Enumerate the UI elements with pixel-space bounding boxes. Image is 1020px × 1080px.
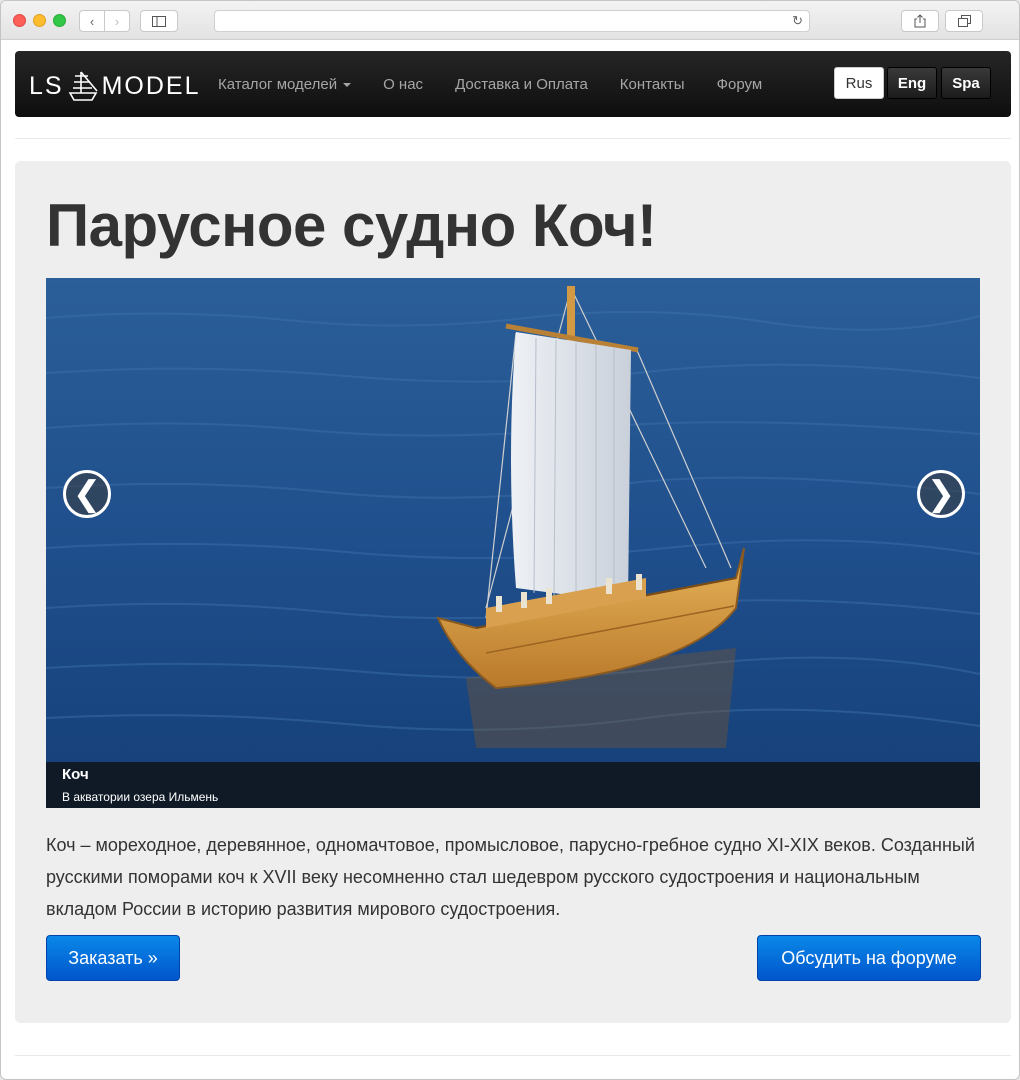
divider: [15, 138, 1011, 139]
forward-button[interactable]: ›: [105, 10, 130, 32]
language-spa-button[interactable]: Spa: [941, 67, 991, 99]
logo-text-left: LS: [29, 71, 64, 100]
nav-delivery[interactable]: Доставка и Оплата: [455, 76, 588, 93]
sidebar-icon: [152, 15, 166, 27]
back-button[interactable]: ‹: [79, 10, 105, 32]
carousel-caption: Коч В акватории озера Ильмень: [46, 762, 980, 808]
nav-contacts[interactable]: Контакты: [620, 76, 685, 93]
chevron-left-icon: ‹: [89, 13, 95, 29]
carousel-prev-button[interactable]: ❮: [63, 470, 111, 518]
browser-toolbar: ‹ › ↻: [1, 1, 1019, 40]
boat-photo: [46, 278, 980, 808]
close-window-button[interactable]: [13, 14, 26, 27]
caption-title: Коч: [62, 766, 89, 783]
ship-logo-icon: [68, 71, 98, 101]
chevron-right-icon: ›: [114, 13, 120, 29]
tabs-icon: [957, 15, 971, 27]
nav-catalog-label: Каталог моделей: [218, 75, 338, 93]
tabs-button[interactable]: [945, 10, 983, 32]
site-navbar: LS MODEL Каталог моделей О нас Доставка …: [15, 51, 1011, 117]
nav-forum[interactable]: Форум: [717, 76, 763, 93]
window-controls: [13, 14, 66, 27]
language-eng-button[interactable]: Eng: [887, 67, 937, 99]
language-rus-button[interactable]: Rus: [834, 67, 884, 99]
nav-catalog[interactable]: Каталог моделей: [218, 75, 352, 93]
image-carousel[interactable]: ❮ ❯ Коч В акватории озера Ильмень: [46, 278, 980, 808]
caret-down-icon: [343, 82, 352, 87]
sidebar-button[interactable]: [140, 10, 178, 32]
page-title: Парусное судно Коч!: [46, 192, 657, 259]
main-nav: Каталог моделей О нас Доставка и Оплата …: [218, 51, 794, 117]
hero-section: Парусное судно Коч! ❮ ❯ Коч В акватории …: [15, 161, 1011, 1023]
logo-text-right: MODEL: [101, 71, 201, 100]
share-button[interactable]: [901, 10, 939, 32]
description-text: Коч – мореходное, деревянное, одномачтов…: [46, 835, 975, 919]
nav-about[interactable]: О нас: [383, 76, 423, 93]
minimize-window-button[interactable]: [33, 14, 46, 27]
reload-icon[interactable]: ↻: [792, 13, 803, 29]
address-bar[interactable]: ↻: [214, 10, 810, 32]
caption-text: В акватории озера Ильмень: [62, 790, 219, 804]
discuss-forum-button[interactable]: Обсудить на форуме: [757, 935, 981, 981]
divider: [15, 1055, 1011, 1056]
carousel-next-button[interactable]: ❯: [917, 470, 965, 518]
zoom-window-button[interactable]: [53, 14, 66, 27]
order-button[interactable]: Заказать »: [46, 935, 180, 981]
browser-window: ‹ › ↻ LS MODEL Каталог моделей О нас Дос…: [0, 0, 1020, 1080]
share-icon: [914, 14, 926, 28]
site-logo[interactable]: LS MODEL: [29, 69, 201, 103]
history-buttons: ‹ ›: [79, 10, 130, 32]
